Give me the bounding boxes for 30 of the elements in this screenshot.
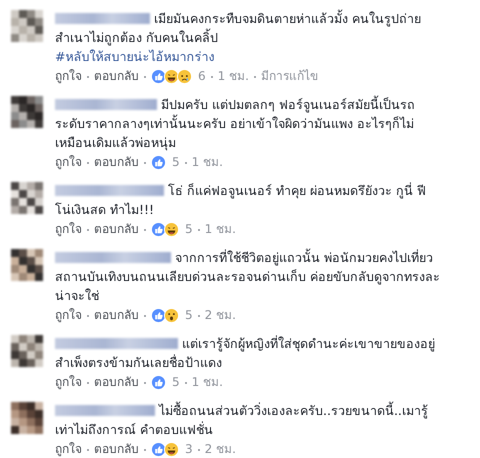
comment-text: โธ่ ก็แค่ฟอจูนเนอร์ ทำคุย ผ่อนหมดรึยังวะ กูนี่ ฟีโน่เงินสด ทำไม!!! xyxy=(55,181,427,219)
comment-text: จากการที่ใช้ชีวิตอยู่แถวนั้น พ่อนักมวยคงไปเที่ยวสถานบันเทิงบนถนนเลียบด่วนละรอจนด่านเก็บ ค่อยขับกลับดูจากทรงละน่าจะใช่ xyxy=(55,248,441,305)
like-link[interactable]: ถูกใจ xyxy=(55,440,82,458)
like-icon xyxy=(151,442,166,457)
laughing-face-icon xyxy=(164,222,179,237)
reply-link[interactable]: ตอบกลับ xyxy=(94,67,139,86)
crying-face-icon xyxy=(177,69,192,84)
reply-link[interactable]: ตอบกลับ xyxy=(94,153,139,172)
like-icon xyxy=(151,69,166,84)
comment-text: แต่เรารู้จักผู้หญิงที่ใส่ชุดดำนะค่ะเขาขายของอยู่สำเพ็งตรงข้ามกันเลยชื่อป้าแดง xyxy=(55,334,436,372)
comment-text: ไม่ซื้อถนนส่วนตัววิ่งเองละครับ..รวยขนาดนี้..เมารู้เท่าไม่ถึงการณ์ คำตอบแฟชั่น xyxy=(55,401,429,439)
like-link[interactable]: ถูกใจ xyxy=(55,153,82,172)
like-link[interactable]: ถูกใจ xyxy=(55,373,82,392)
comment-text: มีปมครับ แต่ปมตลกๆ ฟอร์จูนเนอร์สมัยนี้เป็นรถระดับราคากลางๆเท่านั้นนะครับ อย่าเข้าใจผิดว่ามันแพง อะไรๆก็ไม่เหมือนเดิมแล้วพ่อหนุ่ม xyxy=(55,95,416,152)
comment-text: เมียมันคงกระทืบจมดินตายห่าแล้วมั้ง คนในรูปถ่ายสำเนาไม่ถูกต้อง กับคนในคลิ้ป xyxy=(55,9,422,47)
like-icon xyxy=(151,155,166,170)
like-icon xyxy=(151,222,166,237)
like-link[interactable]: ถูกใจ xyxy=(55,306,82,325)
hashtag-link[interactable]: #หลับให้สบายน่ะไอ้หมากร่าง xyxy=(55,47,441,66)
like-icon xyxy=(151,375,166,390)
laughing-face-icon xyxy=(164,69,179,84)
reply-link[interactable]: ตอบกลับ xyxy=(94,220,139,239)
laughing-face-icon xyxy=(164,442,179,457)
like-link[interactable]: ถูกใจ xyxy=(55,220,82,239)
reply-link[interactable]: ตอบกลับ xyxy=(94,440,139,458)
surprised-face-icon xyxy=(164,308,179,323)
reply-link[interactable]: ตอบกลับ xyxy=(94,306,139,325)
reply-link[interactable]: ตอบกลับ xyxy=(94,373,139,392)
like-link[interactable]: ถูกใจ xyxy=(55,67,82,86)
like-icon xyxy=(151,308,166,323)
